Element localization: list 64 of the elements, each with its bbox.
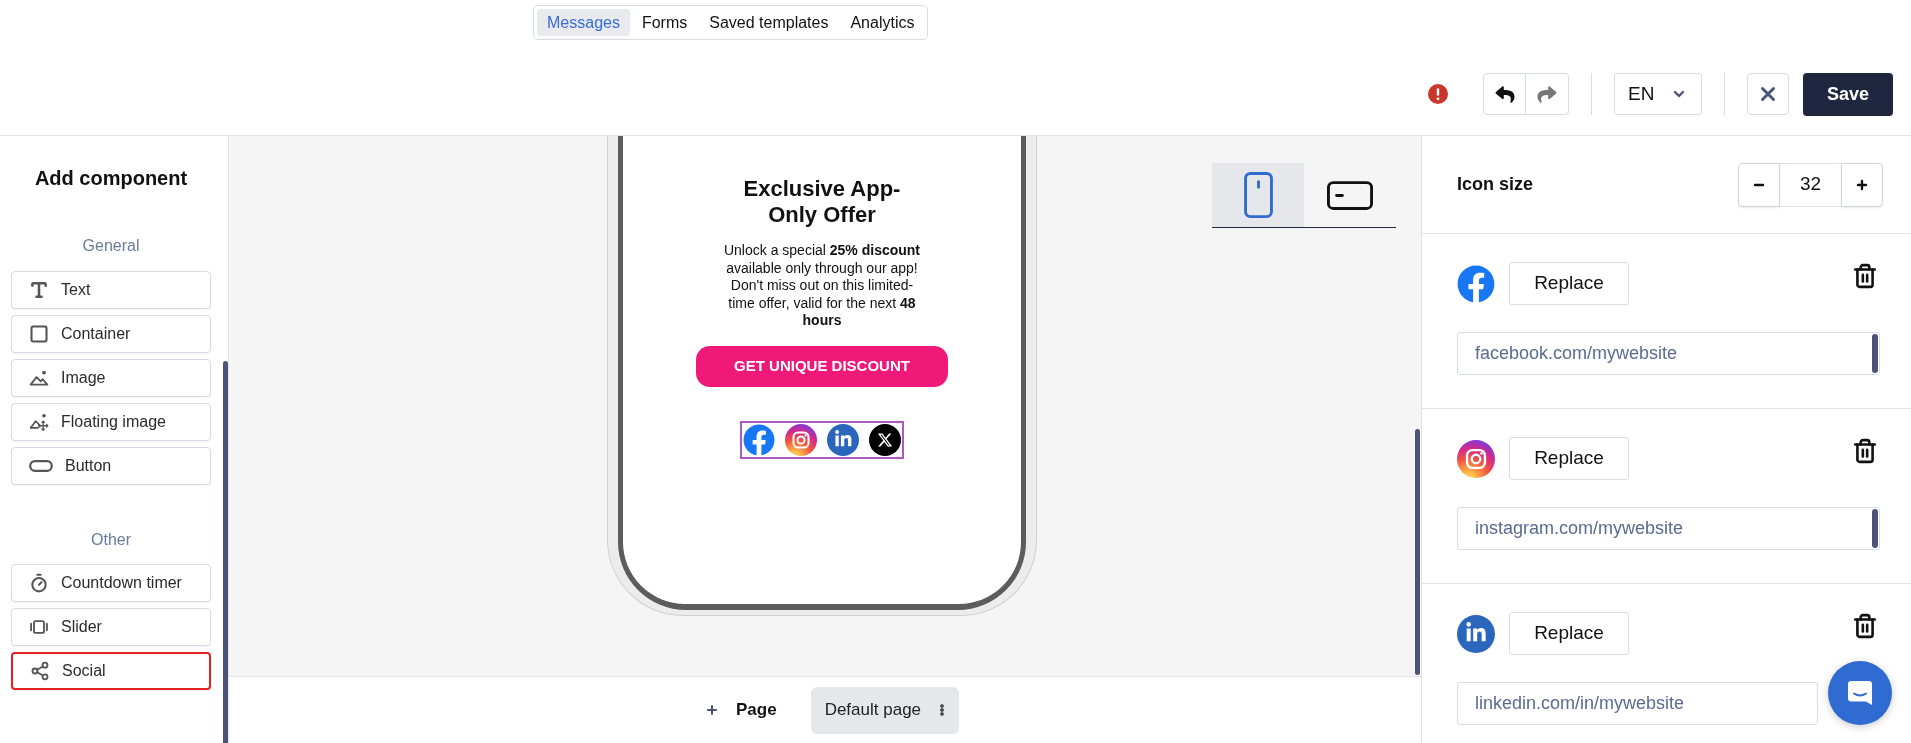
chat-icon bbox=[1846, 679, 1874, 707]
group-label: Other bbox=[90, 530, 132, 550]
alert-icon bbox=[1428, 84, 1448, 104]
tab[interactable]: Forms bbox=[631, 9, 698, 36]
social-icons-block[interactable] bbox=[740, 420, 904, 459]
tab[interactable]: Messages bbox=[537, 9, 630, 36]
scrollbar-thumb[interactable] bbox=[1872, 509, 1878, 548]
facebook-icon bbox=[743, 423, 775, 456]
undo-icon bbox=[1493, 84, 1516, 104]
offer-heading: Exclusive App-Only Offer bbox=[742, 176, 902, 228]
tab[interactable]: Saved templates bbox=[699, 9, 839, 36]
replace-button[interactable]: Replace bbox=[1509, 612, 1629, 655]
discount-button[interactable]: GET UNIQUE DISCOUNT bbox=[696, 345, 948, 387]
add-page-button[interactable]: Page bbox=[705, 697, 777, 723]
smartphone-icon bbox=[1243, 172, 1273, 218]
timer-icon bbox=[29, 573, 49, 593]
x-icon bbox=[869, 423, 901, 456]
plus-icon bbox=[705, 703, 719, 717]
close-button[interactable] bbox=[1747, 73, 1789, 115]
text-icon bbox=[29, 280, 49, 300]
instagram-icon bbox=[1457, 439, 1495, 478]
linkedin-icon bbox=[1457, 614, 1495, 653]
component-button[interactable]: Container bbox=[11, 315, 211, 353]
component-button[interactable]: Image bbox=[11, 359, 211, 397]
component-button[interactable]: Slider bbox=[11, 608, 211, 646]
delete-icon[interactable] bbox=[1852, 437, 1878, 465]
component-button[interactable]: Floating image bbox=[11, 403, 211, 441]
icon-size-input[interactable]: 32 bbox=[1780, 162, 1841, 207]
component-button[interactable]: Button bbox=[11, 447, 211, 485]
save-button[interactable]: Save bbox=[1803, 72, 1893, 116]
facebook-icon bbox=[1457, 264, 1495, 303]
share-icon bbox=[30, 661, 50, 681]
replace-button[interactable]: Replace bbox=[1509, 437, 1629, 480]
offer-description: Unlock a special 25% discount available only through our app! Don't miss out on this limited-time offer, valid for the next 48 hours bbox=[722, 242, 922, 330]
delete-icon[interactable] bbox=[1852, 262, 1878, 290]
delete-icon[interactable] bbox=[1852, 612, 1878, 640]
language-select[interactable]: EN bbox=[1614, 73, 1702, 115]
url-input[interactable]: facebook.com/mywebsite bbox=[1457, 332, 1880, 375]
rounded-rectangle-icon bbox=[29, 460, 53, 472]
page-tab[interactable]: Default page bbox=[810, 686, 960, 734]
plus-icon bbox=[1855, 177, 1869, 192]
slider-icon bbox=[29, 617, 49, 637]
instagram-icon bbox=[785, 423, 817, 456]
scrollbar-thumb[interactable] bbox=[1415, 429, 1420, 675]
component-button[interactable]: Text bbox=[11, 271, 211, 309]
setting-label: Icon size bbox=[1457, 173, 1534, 196]
tab[interactable]: Analytics bbox=[840, 9, 925, 36]
linkedin-icon bbox=[827, 423, 859, 456]
component-button[interactable]: Countdown timer bbox=[11, 564, 211, 602]
component-button[interactable]: Social bbox=[11, 652, 211, 690]
floating-image-icon bbox=[29, 412, 49, 432]
panel-title: Add component bbox=[33, 166, 189, 191]
redo-icon bbox=[1536, 84, 1558, 104]
url-input[interactable]: instagram.com/mywebsite bbox=[1457, 507, 1880, 550]
scrollbar-thumb[interactable] bbox=[223, 361, 228, 743]
undo-button[interactable] bbox=[1483, 73, 1526, 115]
tablet-icon bbox=[1327, 180, 1373, 210]
scrollbar-thumb[interactable] bbox=[1872, 334, 1878, 373]
url-input[interactable]: linkedin.com/in/mywebsite bbox=[1457, 682, 1818, 725]
group-label: General bbox=[81, 236, 141, 256]
chat-button[interactable] bbox=[1828, 661, 1892, 725]
replace-button[interactable]: Replace bbox=[1509, 262, 1629, 305]
square-icon bbox=[29, 324, 49, 344]
image-icon bbox=[29, 368, 49, 388]
